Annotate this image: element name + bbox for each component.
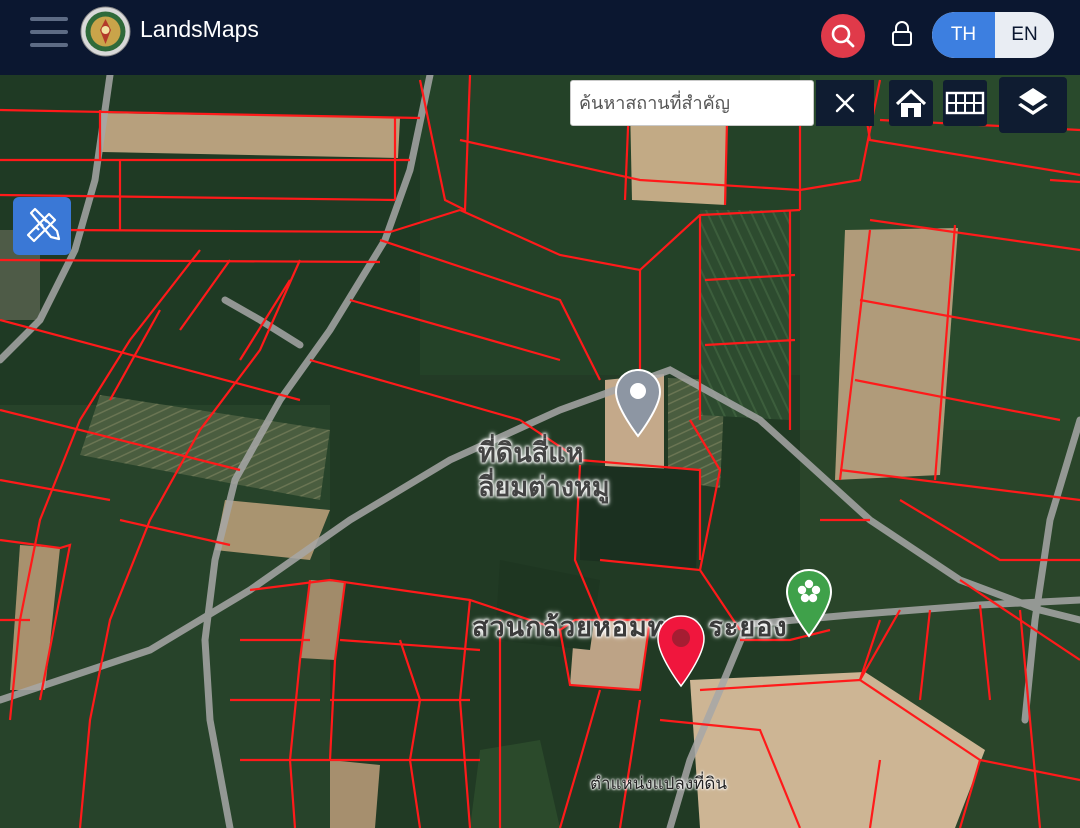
map-label-poi: ที่ดินสี่แห ลี่ยมต่างหมู [478,437,610,505]
lock-icon[interactable] [890,20,914,48]
red-location-pin-icon[interactable] [655,614,707,688]
grid-button[interactable] [943,80,987,126]
home-button[interactable] [889,80,933,126]
satellite-map[interactable]: ที่ดินสี่แห ลี่ยมต่างหมู สวนกล้วยหอมทอง … [0,75,1080,828]
green-flower-pin-icon[interactable] [783,568,835,640]
language-toggle: TH EN [932,12,1054,58]
gray-pin-icon[interactable] [612,368,664,440]
app-title: LandsMaps [140,16,259,42]
top-app-bar: LandsMaps TH EN [0,0,1080,75]
place-search-input[interactable] [571,81,813,125]
grid-icon [945,91,985,115]
menu-icon[interactable] [30,17,68,47]
search-icon [831,24,855,48]
close-icon [835,93,855,113]
search-button[interactable] [821,14,865,58]
language-th-button[interactable]: TH [932,12,995,58]
map-label-poi-line1: ที่ดินสี่แห [478,438,584,469]
search-clear-button[interactable] [816,80,874,126]
home-icon [895,89,927,117]
map-label-parcel-location: ตำแหน่งแปลงที่ดิน [590,774,728,794]
language-en-button[interactable]: EN [995,12,1054,58]
layers-button[interactable] [999,77,1067,133]
place-search-box [570,80,814,126]
ruler-pencil-icon [26,207,61,243]
measure-draw-button[interactable] [13,197,71,255]
layers-icon [1018,88,1048,115]
department-seal-logo [80,6,131,57]
map-label-poi-line2: ลี่ยมต่างหมู [478,472,610,503]
map-label-garden: สวนกล้วยหอมทอง ระยอง [472,612,788,643]
